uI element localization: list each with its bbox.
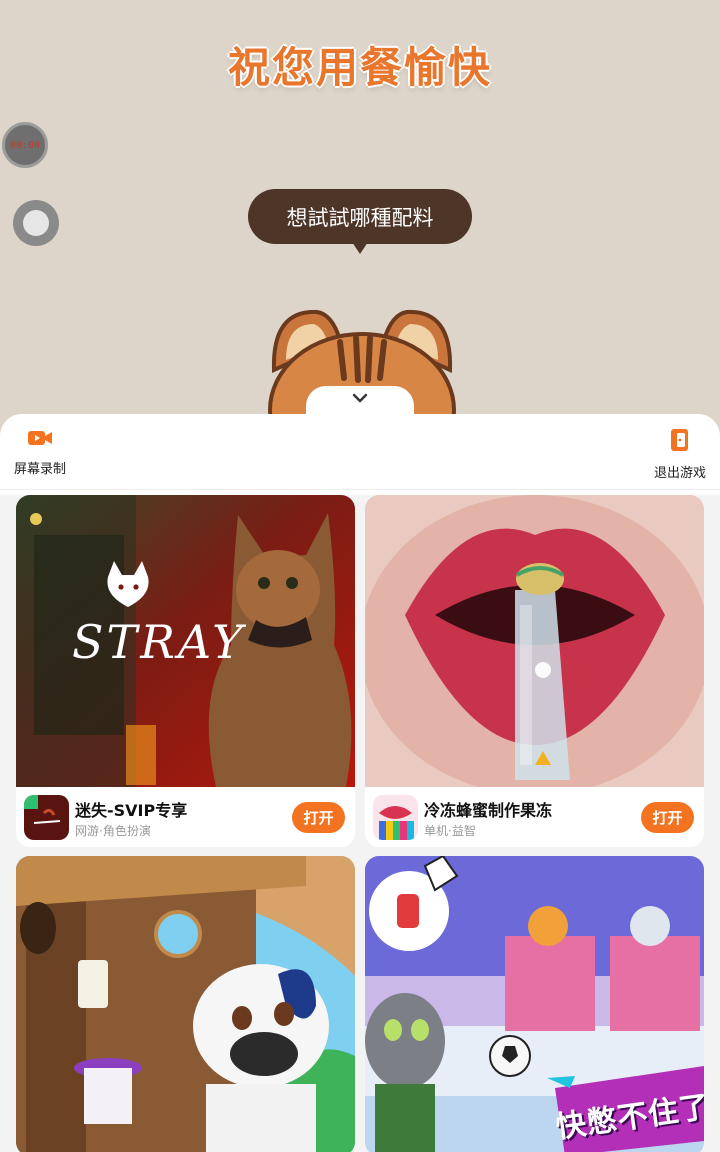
game-card[interactable]: 快憋不住了 bbox=[365, 856, 704, 1152]
open-game-button[interactable]: 打开 bbox=[292, 802, 345, 833]
screen-record-label: 屏幕录制 bbox=[14, 462, 67, 477]
game-banner-image: 快憋不住了 bbox=[365, 856, 704, 1152]
exit-game-label: 退出游戏 bbox=[653, 466, 706, 481]
sheet-toolbar: 屏幕录制 退出游戏 bbox=[0, 414, 720, 490]
chevron-down-icon bbox=[352, 393, 368, 403]
floating-assistive-ball[interactable] bbox=[13, 200, 59, 246]
app-icon bbox=[373, 795, 418, 840]
speech-bubble-tail bbox=[352, 242, 368, 254]
floating-ball-dot bbox=[23, 210, 49, 236]
video-camera-icon bbox=[28, 431, 52, 445]
game-card[interactable] bbox=[16, 856, 355, 1152]
screen-record-button[interactable]: 屏幕录制 bbox=[14, 428, 66, 477]
game-category: 网游·角色扮演 bbox=[75, 824, 151, 838]
exit-door-icon bbox=[670, 429, 688, 451]
game-banner-image bbox=[365, 495, 704, 787]
recommended-games-grid: STRAY 迷失-SVIP专享 网游·角色扮演 打开 冷冻蜂蜜制作果冻 单机·益… bbox=[0, 495, 720, 1152]
game-card[interactable]: STRAY 迷失-SVIP专享 网游·角色扮演 打开 bbox=[16, 495, 355, 847]
game-background: 祝您用餐愉快 00:00 想試試哪種配料 bbox=[0, 0, 720, 440]
speech-bubble: 想試試哪種配料 bbox=[248, 189, 472, 244]
game-menu-sheet: 屏幕录制 退出游戏 STRAY 迷失-SVIP专享 网游·角色扮演 打开 冷冻蜂… bbox=[0, 414, 720, 1152]
app-icon bbox=[24, 795, 69, 840]
open-game-button[interactable]: 打开 bbox=[641, 802, 694, 833]
game-name: 冷冻蜂蜜制作果冻 bbox=[424, 801, 553, 820]
game-category: 单机·益智 bbox=[424, 824, 476, 838]
game-name: 迷失-SVIP专享 bbox=[75, 801, 188, 820]
stray-logo-text: STRAY bbox=[72, 615, 246, 669]
game-banner-image: STRAY bbox=[16, 495, 355, 787]
game-card[interactable]: 冷冻蜂蜜制作果冻 单机·益智 打开 bbox=[365, 495, 704, 847]
game-title: 祝您用餐愉快 bbox=[227, 43, 492, 92]
game-card-footer: 迷失-SVIP专享 网游·角色扮演 打开 bbox=[16, 787, 355, 847]
record-timer[interactable]: 00:00 bbox=[2, 122, 48, 168]
exit-game-button[interactable]: 退出游戏 bbox=[654, 428, 706, 481]
game-banner-image bbox=[16, 856, 355, 1152]
game-card-footer: 冷冻蜂蜜制作果冻 单机·益智 打开 bbox=[365, 787, 704, 847]
